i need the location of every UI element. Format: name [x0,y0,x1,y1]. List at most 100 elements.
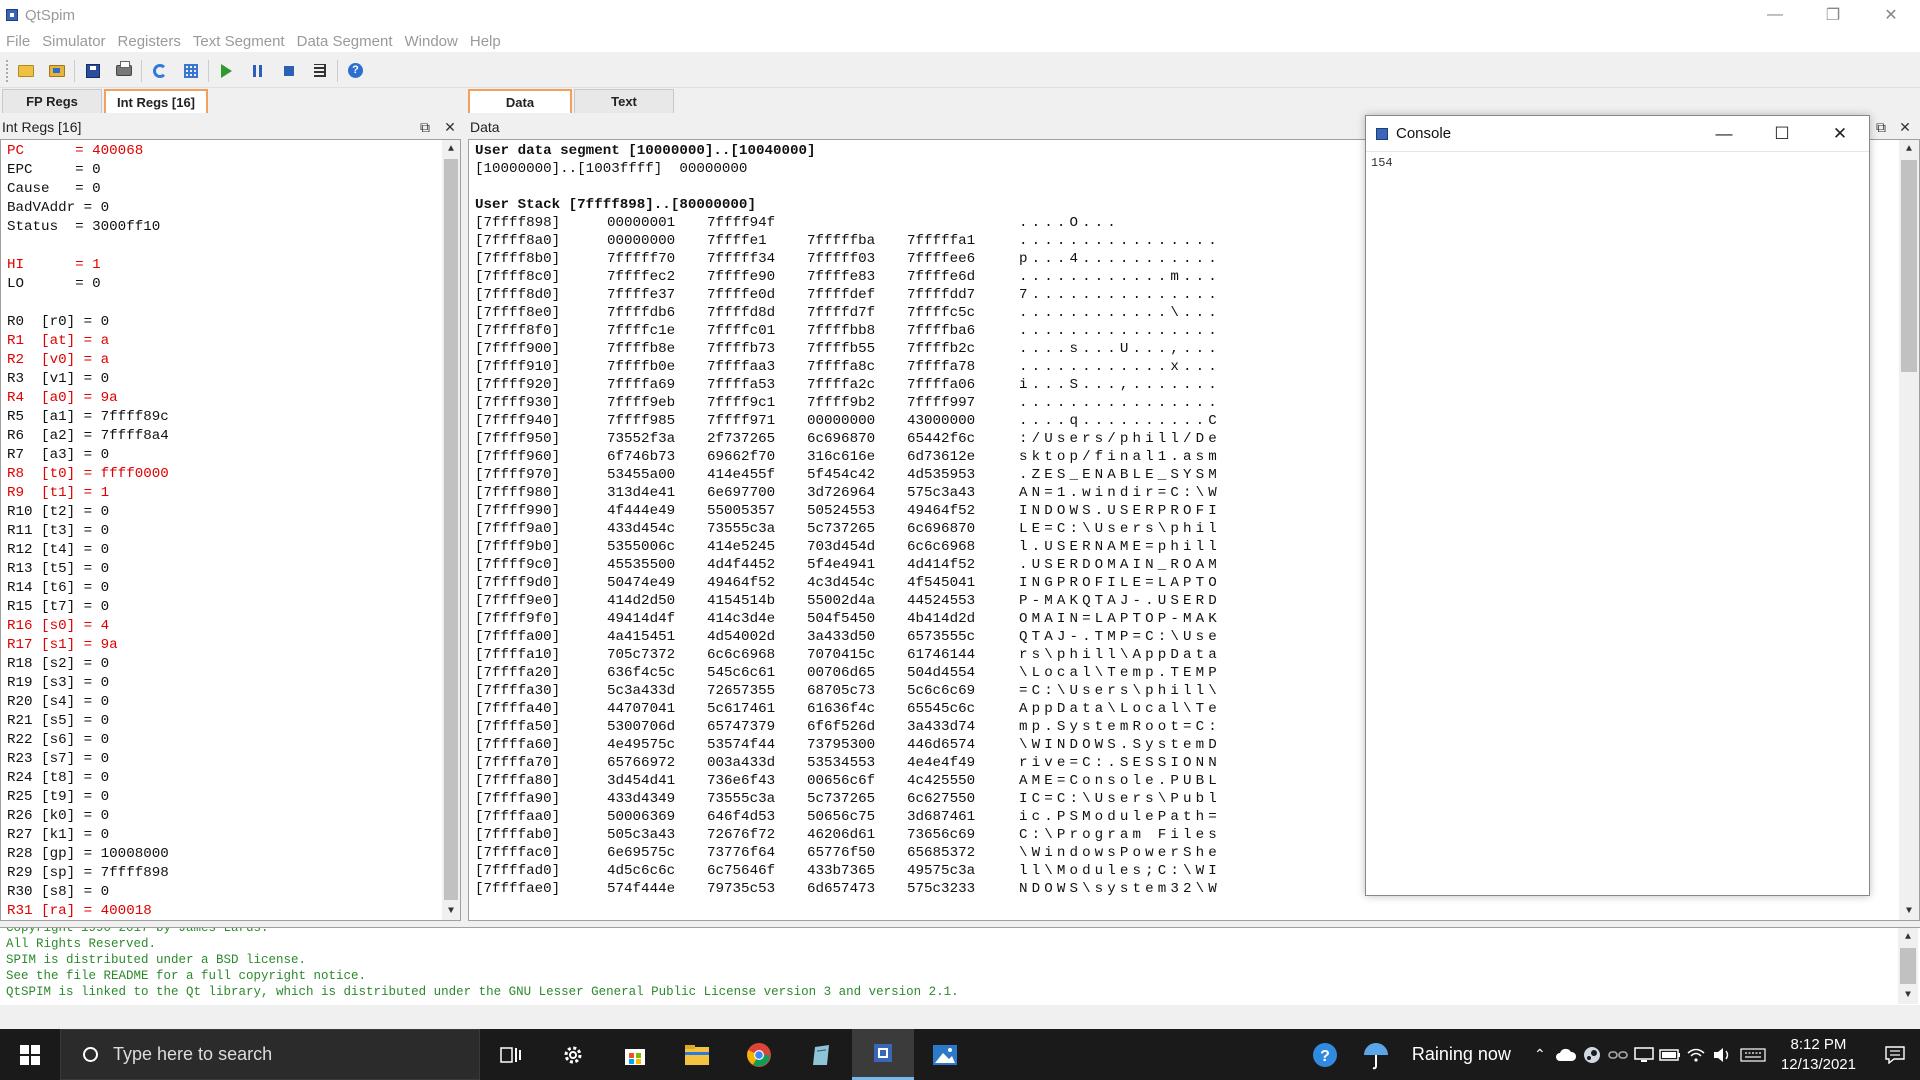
memory-address: [7ffff9e0] [475,593,561,609]
menu-file[interactable]: File [0,33,35,50]
scroll-up-icon[interactable]: ▲ [442,140,460,158]
console-title-bar[interactable]: Console — ☐ ✕ [1366,116,1869,152]
load-file-button[interactable] [10,57,41,85]
steam-icon[interactable] [1579,1029,1605,1080]
chrome-app[interactable] [728,1029,790,1080]
help-tips-icon[interactable]: ? [1302,1029,1348,1080]
volume-icon[interactable] [1709,1029,1735,1080]
scroll-thumb[interactable] [1900,948,1916,984]
menu-help[interactable]: Help [463,33,506,50]
stop-button[interactable] [273,57,304,85]
qtspim-taskbar-app[interactable] [852,1029,914,1080]
message-line: QtSPIM is linked to the Qt library, whic… [6,985,959,999]
menu-window[interactable]: Window [398,33,463,50]
register-row: R1 [at] = a [7,333,110,349]
close-icon[interactable]: ✕ [1862,0,1920,30]
memory-ascii: \Local\Temp.TEMP [1019,665,1221,681]
scroll-down-icon[interactable]: ▼ [1898,986,1918,1004]
memory-word: 574f444e [607,881,676,897]
tab-text[interactable]: Text [574,89,674,113]
tab-fp-regs[interactable]: FP Regs [2,89,102,113]
help-button[interactable]: ? [340,57,371,85]
clear-registers-button[interactable] [175,57,206,85]
memory-word: 7ffffdd7 [907,287,976,303]
menu-data-segment[interactable]: Data Segment [290,33,398,50]
scroll-up-icon[interactable]: ▲ [1899,140,1919,158]
weather-status[interactable]: Raining now [1412,1044,1511,1065]
scroll-up-icon[interactable]: ▲ [1898,928,1918,946]
menu-registers[interactable]: Registers [111,33,186,50]
messages-scrollbar[interactable]: ▲ ▼ [1898,928,1918,1004]
settings-app[interactable] [542,1029,604,1080]
close-icon[interactable]: ✕ [1811,116,1869,152]
memory-word: 7ffff997 [907,395,976,411]
tab-data[interactable]: Data [468,89,572,113]
system-clock[interactable]: 8:12 PM 12/13/2021 [1781,1035,1856,1075]
close-panel-icon[interactable]: ✕ [1896,116,1914,138]
print-button[interactable] [108,57,139,85]
memory-word: 4154514b [707,593,776,609]
console-output[interactable]: 154 [1366,152,1869,174]
messages-panel: Copyright 1990-2017 by James Larus. All R… [0,927,1920,1005]
memory-word: 7ffffba6 [907,323,976,339]
scroll-down-icon[interactable]: ▼ [1899,902,1919,920]
menu-simulator[interactable]: Simulator [35,33,110,50]
onedrive-cloud-icon[interactable] [1553,1029,1579,1080]
memory-ascii: ................ [1019,323,1221,339]
display-monitor-icon[interactable] [1631,1029,1657,1080]
maximize-icon[interactable]: ☐ [1753,116,1811,152]
memory-word: 79735c53 [707,881,776,897]
weather-umbrella-icon[interactable] [1348,1029,1404,1080]
memory-word: 6573555c [907,629,976,645]
pause-button[interactable] [242,57,273,85]
notifications-icon[interactable] [1870,1029,1920,1080]
photos-app[interactable] [914,1029,976,1080]
scroll-thumb[interactable] [444,159,458,900]
register-row: R16 [s0] = 4 [7,618,110,634]
memory-ascii: ....O... [1019,215,1120,231]
store-app[interactable] [604,1029,666,1080]
single-step-button[interactable] [304,57,335,85]
notepad-app[interactable] [790,1029,852,1080]
float-panel-icon[interactable]: ⧉ [1872,116,1890,138]
start-button[interactable] [0,1029,60,1080]
battery-icon[interactable] [1657,1029,1683,1080]
scroll-thumb[interactable] [1901,160,1917,372]
help-icon: ? [348,63,363,78]
memory-address: [7ffffa00] [475,629,561,645]
scroll-down-icon[interactable]: ▼ [442,902,460,920]
chevron-up-icon[interactable]: ⌃ [1527,1029,1553,1080]
task-view-button[interactable] [480,1029,542,1080]
keyboard-icon[interactable] [1735,1029,1771,1080]
memory-word: 7ffffc5c [907,305,976,321]
wifi-icon[interactable] [1683,1029,1709,1080]
minimize-icon[interactable]: — [1746,0,1804,30]
data-scrollbar[interactable]: ▲ ▼ [1899,140,1919,920]
float-panel-icon[interactable]: ⧉ [416,116,434,138]
save-log-button[interactable] [77,57,108,85]
minimize-icon[interactable]: — [1695,116,1753,152]
run-button[interactable] [211,57,242,85]
memory-word: 73552f3a [607,431,676,447]
memory-word: 703d454d [807,539,876,555]
tab-int-regs[interactable]: Int Regs [16] [104,89,208,113]
reinitialize-button[interactable] [144,57,175,85]
vpn-link-icon[interactable] [1605,1029,1631,1080]
load-file-icon [17,64,34,77]
taskbar-search[interactable]: Type here to search [60,1029,480,1080]
memory-word: 49414d4f [607,611,676,627]
close-panel-icon[interactable]: ✕ [441,116,459,138]
memory-address: [7ffffa90] [475,791,561,807]
reinitialize-load-button[interactable] [41,57,72,85]
menu-text-segment[interactable]: Text Segment [186,33,290,50]
memory-word: 3a433d50 [807,629,876,645]
memory-word: 43000000 [907,413,976,429]
register-row: R26 [k0] = 0 [7,808,110,824]
file-explorer-app[interactable] [666,1029,728,1080]
restore-icon[interactable]: ❐ [1804,0,1862,30]
regs-scrollbar[interactable]: ▲ ▼ [442,140,460,920]
memory-address: [7ffff9f0] [475,611,561,627]
memory-word: 504d4554 [907,665,976,681]
memory-address: [7ffff970] [475,467,561,483]
memory-word: 7ffffee6 [907,251,976,267]
